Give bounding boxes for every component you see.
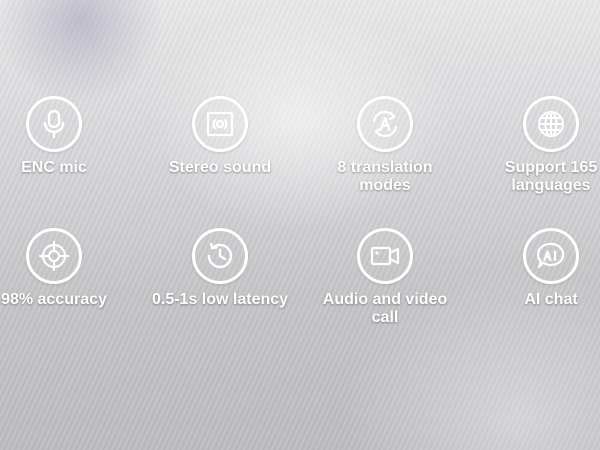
feature-accuracy: 98% accuracy [0, 228, 124, 309]
globe-icon [523, 96, 579, 152]
feature-stereo-sound: Stereo sound [150, 96, 290, 177]
crosshair-icon [26, 228, 82, 284]
feature-label: ENC mic [21, 159, 87, 176]
ai-chat-icon [523, 228, 579, 284]
feature-enc-mic: ENC mic [0, 96, 124, 177]
feature-label: 98% accuracy [1, 291, 107, 308]
feature-languages: Support 165 languages [481, 96, 600, 195]
feature-translation-modes: 8 translation modes [315, 96, 455, 195]
feature-label: AI chat [524, 291, 578, 308]
feature-grid: ENC mic Stereo sound 8 translation modes [0, 0, 600, 450]
speaker-icon [192, 96, 248, 152]
feature-label: 8 translation modes [337, 159, 433, 194]
feature-latency: 0.5-1s low latency [150, 228, 290, 309]
feature-video-call: Audio and video call [315, 228, 455, 327]
feature-ai-chat: AI chat [481, 228, 600, 309]
feature-label: Audio and video call [322, 291, 448, 326]
translate-icon [357, 96, 413, 152]
clock-icon [192, 228, 248, 284]
video-call-icon [357, 228, 413, 284]
microphone-icon [26, 96, 82, 152]
feature-label: Support 165 languages [504, 159, 598, 194]
feature-label: Stereo sound [168, 159, 272, 176]
feature-label: 0.5-1s low latency [151, 291, 289, 308]
